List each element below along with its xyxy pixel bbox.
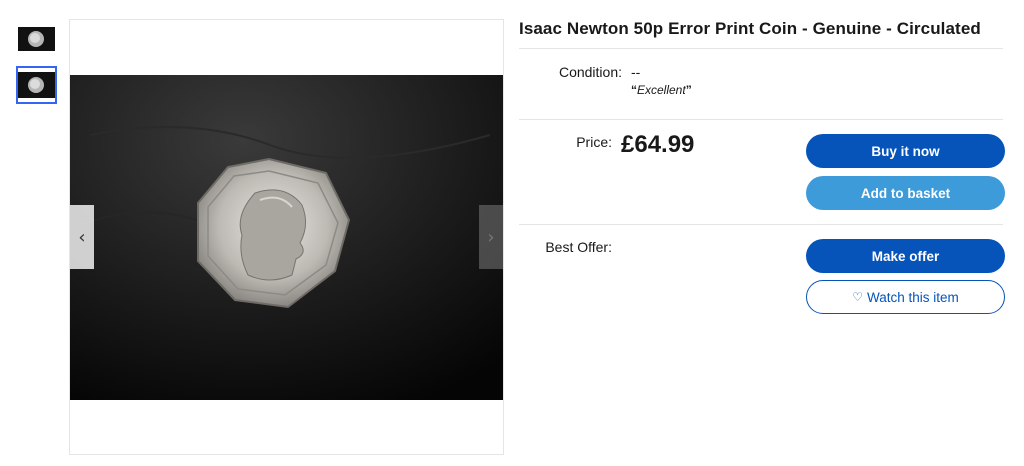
divider [519,119,1003,120]
price-value: £64.99 [621,131,695,158]
thumbnail-2-selected[interactable] [16,66,57,104]
price-label: Price: [576,134,612,150]
condition-value: -- [631,64,641,80]
listing-title: Isaac Newton 50p Error Print Coin - Genu… [519,19,981,38]
previous-image-button[interactable]: ‹ [70,205,94,269]
coin-thumbnail-icon [18,68,55,102]
add-to-basket-button[interactable]: Add to basket [806,176,1005,210]
coin-thumbnail-icon [18,22,55,56]
condition-note-text: Excellent [637,83,686,97]
divider [519,48,1003,49]
thumbnail-1[interactable] [18,22,55,56]
main-image-frame: ‹ › [69,19,504,455]
divider [519,224,1003,225]
next-image-button[interactable]: › [479,205,503,269]
condition-note: “Excellent” [631,83,692,97]
fifty-pence-coin-photo[interactable] [70,75,503,400]
make-offer-button[interactable]: Make offer [806,239,1005,273]
watch-item-button[interactable]: ♡ Watch this item [806,280,1005,314]
chevron-left-icon: ‹ [78,226,86,248]
best-offer-label: Best Offer: [545,239,612,255]
chevron-right-icon: › [487,226,495,248]
heart-icon: ♡ [852,290,863,304]
buy-it-now-button[interactable]: Buy it now [806,134,1005,168]
condition-label: Condition: [558,64,622,80]
watch-item-label: Watch this item [866,289,959,305]
